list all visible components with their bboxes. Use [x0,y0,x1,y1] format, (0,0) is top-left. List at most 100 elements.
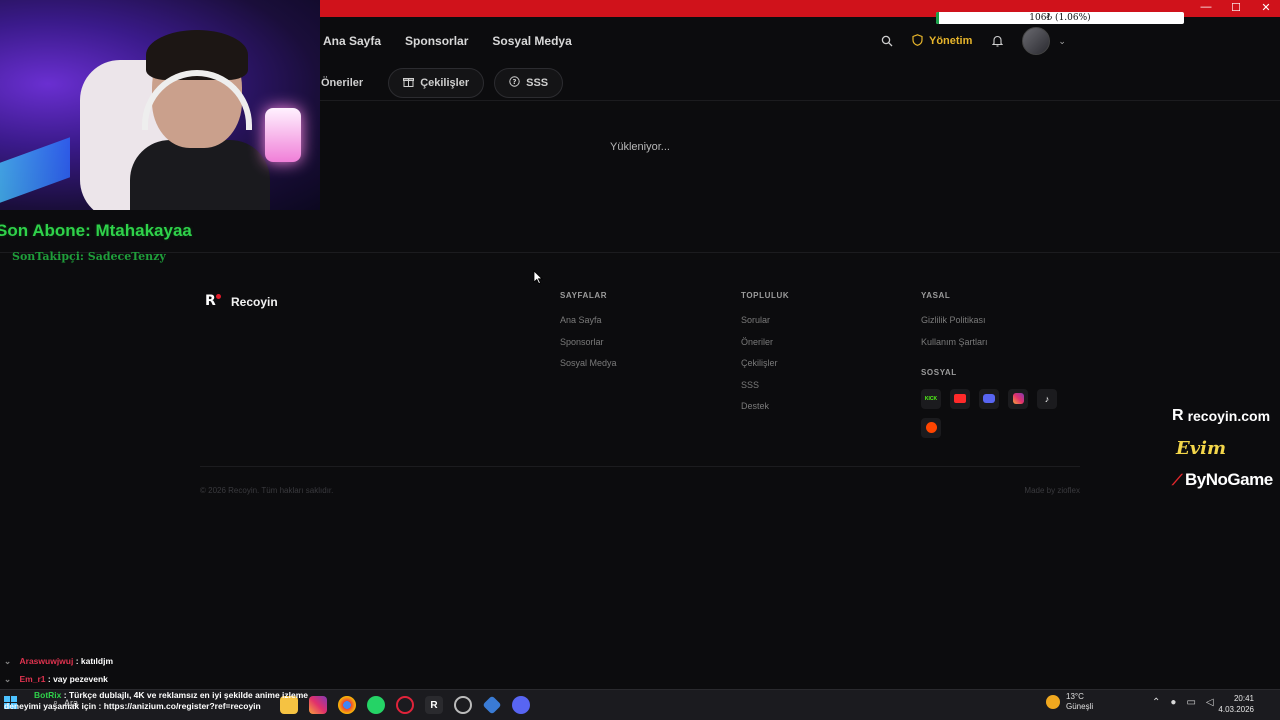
chip-label: Çekilişler [420,77,470,89]
maximize-button[interactable]: ☐ [1228,1,1244,14]
footer-column-pages: SAYFALAR Ana Sayfa Sponsorlar Sosyal Med… [560,291,617,380]
instagram-icon[interactable] [309,696,327,714]
mouse-cursor-icon [533,270,543,285]
footer-link[interactable]: Çekilişler [741,358,789,368]
flame-icon: ⟋ [1172,471,1183,489]
discord-icon[interactable] [512,696,530,714]
svg-text:?: ? [513,78,517,86]
admin-button[interactable]: Yönetim [912,33,972,49]
chip-giveaways[interactable]: Çekilişler [388,68,485,98]
chrome-icon[interactable] [338,696,356,714]
search-icon[interactable] [880,34,894,48]
social-icons-row-2 [921,417,1057,438]
footer-link[interactable]: Gizlilik Politikası [921,315,1057,325]
chevron-down-icon[interactable]: ⌄ [1058,36,1066,47]
footer-column-legal: YASAL Gizlilik Politikası Kullanım Şartl… [921,291,1057,447]
header-actions: Yönetim ⌄ [880,27,1066,55]
clock-date: 4.03.2026 [1218,705,1254,714]
taskbar-apps: R [280,695,530,715]
column-title: SAYFALAR [560,291,608,300]
chip-label: Öneriler [321,77,364,89]
app-icon[interactable] [454,696,472,714]
youtube-icon[interactable] [950,388,970,409]
social-icons-row: KICK ♪ [921,388,1057,409]
volume-icon[interactable]: ◁ [1206,697,1214,708]
network-icon[interactable]: ▭ [1186,697,1195,708]
microphone-icon[interactable]: ● [1170,697,1176,708]
weather-widget[interactable]: 13°C Güneşli [1046,692,1093,712]
footer-divider-bottom [200,466,1080,467]
nav-home[interactable]: Ana Sayfa [323,34,381,48]
close-button[interactable]: ✕ [1258,1,1274,14]
bot-text-line-2: deneyimi yaşamak için : https://anizium.… [4,701,261,711]
category-chips: Öneriler Çekilişler ? SSS [310,68,564,98]
footer-link[interactable]: Öneriler [741,337,789,347]
help-circle-icon: ? [509,76,520,90]
opera-icon[interactable] [396,696,414,714]
streamer-body [130,140,270,210]
whatsapp-icon[interactable] [367,696,385,714]
copyright-text: © 2026 Recoyin. Tüm hakları saklıdır. [200,486,334,495]
chat-text: : katıldjm [75,656,114,666]
clock-time: 20:41 [1233,694,1254,703]
chevron-up-icon[interactable]: ⌃ [1152,697,1160,708]
footer-link[interactable]: Kullanım Şartları [921,337,1057,347]
weather-temp: 13°C [1066,692,1084,701]
chat-badge-icon: ⌄ [4,656,12,666]
sponsor-evim: Evim [1176,438,1227,459]
sun-icon [1046,695,1060,709]
minimize-button[interactable]: — [1198,1,1214,14]
streamer [130,30,270,210]
microphone-light [265,108,301,162]
footer-column-community: TOPLULUK Sorular Öneriler Çekilişler SSS… [741,291,789,423]
footer-link[interactable]: Destek [741,401,789,411]
chip-suggestions[interactable]: Öneriler [310,68,378,98]
bot-username: BotRix [34,690,62,700]
chat-message: ⌄ Araswuwjwuj : katıldjm [4,656,113,667]
chat-text: : vay pezevenk [47,674,108,684]
bot-text-line-1: : Türkçe dublajlı, 4K ve reklamsız en iy… [63,690,309,700]
last-subscriber-text: Son Abone: Mtahakayaa [0,221,192,240]
bell-icon[interactable] [990,34,1004,48]
reddit-icon[interactable] [921,417,941,438]
footer-link[interactable]: Sosyal Medya [560,358,617,368]
webcam-overlay [0,0,320,210]
column-title: TOPLULUK [741,291,790,300]
last-follower-text: SonTakipçi: SadeceTenzy [12,250,166,263]
instagram-icon[interactable] [1008,388,1028,409]
footer-link[interactable]: SSS [741,380,789,390]
recoyin-app-icon[interactable]: R [425,696,443,714]
bynogame-text: ByNoGame [1185,470,1273,489]
shield-icon [912,33,923,49]
chat-username: Araswuwjwuj [19,656,74,666]
chat-username: Em_r1 [19,674,46,684]
discord-icon[interactable] [979,388,999,409]
gift-icon [403,76,415,90]
sponsor-recoyin: R recoyin.com [1172,407,1270,425]
taskbar-clock[interactable]: 20:41 4.03.2026 [1218,693,1254,715]
chip-label: SSS [526,77,549,89]
chip-faq[interactable]: ? SSS [494,68,564,98]
avatar[interactable] [1022,27,1051,55]
footer-link[interactable]: Sponsorlar [560,337,617,347]
made-by-text: Made by zioflex [1024,486,1080,495]
social-title: SOSYAL [921,367,957,377]
sponsor-bynogame: ⟋ ByNoGame [1172,470,1273,490]
system-tray: ⌃ ● ▭ ◁ [1152,697,1214,708]
footer-link[interactable]: Ana Sayfa [560,315,617,325]
footer-divider-top [0,252,1280,253]
weather-desc: Güneşli [1066,702,1094,711]
main-nav: Ana Sayfa Sponsorlar Sosyal Medya [323,34,572,48]
chat-badge-icon: ⌄ [4,674,12,684]
footer-brand[interactable]: R Recoyin [205,293,278,309]
sponsor-site-text: recoyin.com [1187,408,1271,424]
app-icon[interactable] [482,695,502,715]
led-strip [0,137,70,203]
chat-message: ⌄ Em_r1 : vay pezevenk [4,674,108,685]
nav-sponsors[interactable]: Sponsorlar [405,34,468,48]
kick-icon[interactable]: KICK [921,388,941,409]
footer-link[interactable]: Sorular [741,315,789,325]
brand-name: Recoyin [231,295,278,309]
nav-social-media[interactable]: Sosyal Medya [492,34,571,48]
tiktok-icon[interactable]: ♪ [1037,388,1057,409]
